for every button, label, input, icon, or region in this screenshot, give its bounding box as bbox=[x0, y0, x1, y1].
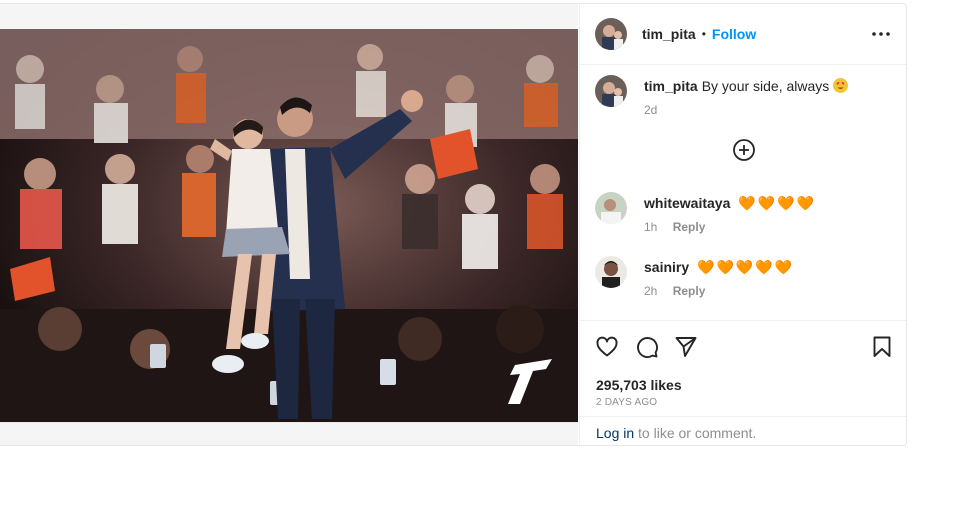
reply-button[interactable]: Reply bbox=[673, 220, 706, 234]
author-avatar[interactable] bbox=[595, 18, 627, 50]
comments-section: tim_pita By your side, always 2d whitewa… bbox=[580, 65, 906, 320]
post-actions: 295,703 likes 2 DAYS AGO bbox=[580, 320, 906, 417]
post-photo[interactable] bbox=[0, 29, 578, 422]
heart-eyes-emoji-icon bbox=[833, 78, 849, 93]
heart-icon[interactable] bbox=[595, 335, 619, 359]
login-prompt: Log in to like or comment. bbox=[580, 416, 906, 445]
bookmark-icon[interactable] bbox=[870, 335, 894, 359]
caption-username[interactable]: tim_pita bbox=[644, 78, 698, 94]
comment-item: sainiry 🧡🧡🧡🧡🧡 2h Reply bbox=[595, 256, 794, 298]
comment-item: whitewaitaya 🧡🧡🧡🧡 1h Reply bbox=[595, 192, 816, 234]
comment-age: 2h bbox=[644, 284, 658, 298]
comment-text: 🧡🧡🧡🧡🧡 bbox=[697, 259, 795, 275]
share-icon[interactable] bbox=[674, 335, 698, 359]
post-header: tim_pita • Follow bbox=[580, 4, 906, 65]
load-more-plus-icon[interactable] bbox=[732, 138, 756, 162]
reply-button[interactable]: Reply bbox=[673, 284, 706, 298]
comment-username[interactable]: whitewaitaya bbox=[644, 195, 730, 211]
media-bottom-padding bbox=[0, 422, 578, 445]
author-username[interactable]: tim_pita bbox=[642, 26, 696, 42]
follow-button[interactable]: Follow bbox=[712, 26, 756, 42]
post-timestamp: 2 DAYS AGO bbox=[596, 397, 658, 408]
commenter-avatar[interactable] bbox=[595, 192, 627, 224]
login-link[interactable]: Log in bbox=[596, 425, 634, 441]
comment-username[interactable]: sainiry bbox=[644, 259, 689, 275]
instagram-post: tim_pita • Follow tim_pita By your side,… bbox=[0, 3, 907, 446]
commenter-avatar[interactable] bbox=[595, 256, 627, 288]
separator-dot: • bbox=[701, 27, 706, 41]
rally-photo bbox=[0, 29, 578, 422]
caption-comment: tim_pita By your side, always 2d bbox=[595, 75, 849, 117]
caption-avatar[interactable] bbox=[595, 75, 627, 107]
comment-age: 1h bbox=[644, 220, 658, 234]
comment-text: 🧡🧡🧡🧡 bbox=[738, 195, 816, 211]
caption-text: By your side, always bbox=[701, 78, 830, 94]
post-side-panel: tim_pita • Follow tim_pita By your side,… bbox=[579, 4, 906, 445]
comment-icon[interactable] bbox=[635, 335, 659, 359]
likes-count[interactable]: 295,703 likes bbox=[596, 377, 682, 393]
login-prompt-text: to like or comment. bbox=[634, 425, 757, 441]
caption-age: 2d bbox=[644, 103, 658, 117]
more-icon[interactable] bbox=[871, 26, 891, 42]
media-top-padding bbox=[0, 4, 578, 30]
